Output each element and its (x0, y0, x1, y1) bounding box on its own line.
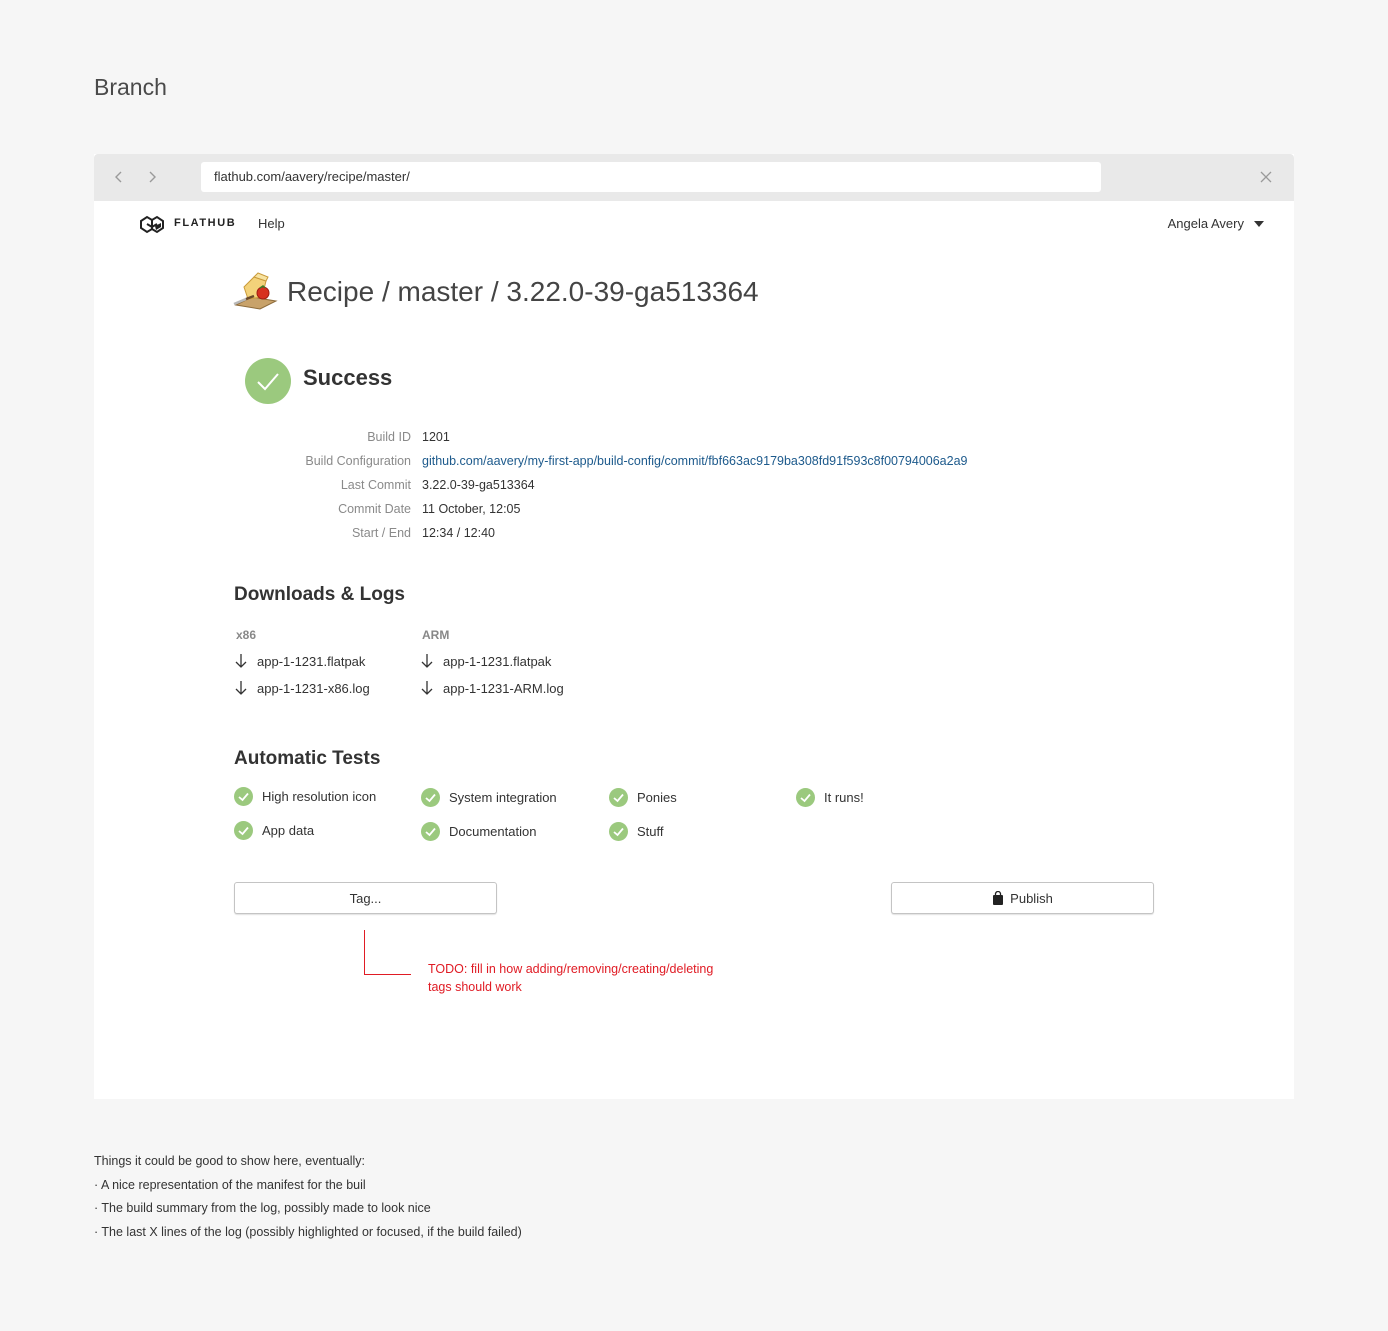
url-input[interactable] (201, 162, 1101, 192)
detail-label: Last Commit (340, 478, 411, 492)
chevron-left-icon[interactable] (109, 167, 129, 187)
check-icon (421, 788, 440, 807)
detail-label: Build Configuration (305, 454, 411, 468)
downloads-section-title: Downloads & Logs (234, 584, 405, 605)
check-icon (796, 788, 815, 807)
tests-section-title: Automatic Tests (234, 748, 381, 769)
test-label: It runs! (824, 790, 864, 805)
test-item: Documentation (421, 822, 536, 841)
notes-intro: Things it could be good to show here, ev… (94, 1154, 366, 1168)
todo-line-2: tags should work (428, 980, 522, 994)
annotation-line (364, 974, 411, 975)
check-icon (234, 821, 253, 840)
design-notes: Things it could be good to show here, ev… (94, 1150, 522, 1244)
download-filename: app-1-1231.flatpak (257, 653, 366, 669)
detail-row-build-id: Build ID 1201 (234, 430, 1134, 450)
recipe-app-icon (233, 272, 278, 310)
test-label: System integration (449, 790, 557, 805)
arrow-down-icon (235, 681, 247, 695)
download-filename: app-1-1231-x86.log (257, 680, 370, 696)
user-menu[interactable]: Angela Avery (1168, 216, 1264, 231)
todo-line-1: TODO: fill in how adding/removing/creati… (428, 962, 714, 976)
browser-window: FLATHUB Help Angela Avery Recipe / maste… (94, 154, 1294, 1099)
detail-row-commit-date: Commit Date 11 October, 12:05 (234, 502, 1134, 522)
todo-annotation: TODO: fill in how adding/removing/creati… (428, 960, 768, 996)
success-check-icon (245, 358, 291, 404)
publish-label: Publish (1010, 890, 1053, 906)
user-name: Angela Avery (1167, 216, 1244, 231)
detail-value: 1201 (422, 430, 450, 444)
test-label: Stuff (637, 824, 664, 839)
publish-button[interactable]: Publish (891, 882, 1154, 914)
download-link[interactable]: app-1-1231.flatpak (420, 653, 551, 669)
test-item: It runs! (796, 788, 864, 807)
detail-label: Build ID (367, 430, 411, 444)
annotation-line (364, 930, 365, 975)
help-link[interactable]: Help (258, 216, 285, 231)
chevron-right-icon[interactable] (142, 167, 162, 187)
download-filename: app-1-1231-ARM.log (443, 680, 564, 696)
download-filename: app-1-1231.flatpak (443, 653, 552, 669)
test-item: Ponies (609, 788, 677, 807)
detail-row-build-configuration: Build Configuration github.com/aavery/my… (234, 454, 1134, 474)
test-item: Stuff (609, 822, 664, 841)
check-icon (234, 787, 253, 806)
download-link[interactable]: app-1-1231.flatpak (234, 653, 365, 669)
page-heading: Branch (94, 74, 167, 100)
check-icon (609, 822, 628, 841)
notes-bullet: · The build summary from the log, possib… (94, 1201, 431, 1215)
check-icon (421, 822, 440, 841)
detail-value: 12:34 / 12:40 (422, 526, 495, 540)
test-item: App data (234, 821, 314, 840)
detail-label: Commit Date (338, 502, 411, 516)
page-title: Recipe / master / 3.22.0-39-ga513364 (287, 276, 759, 307)
build-config-link[interactable]: github.com/aavery/my-first-app/build-con… (422, 454, 968, 468)
test-item: System integration (421, 788, 557, 807)
caret-down-icon (1254, 220, 1264, 227)
detail-value: 11 October, 12:05 (422, 502, 521, 516)
test-item: High resolution icon (234, 787, 376, 806)
download-link[interactable]: app-1-1231-ARM.log (420, 680, 564, 696)
arrow-down-icon (421, 654, 433, 668)
test-label: App data (262, 823, 315, 838)
test-label: Ponies (637, 790, 677, 805)
detail-row-last-commit: Last Commit 3.22.0-39-ga513364 (234, 478, 1134, 498)
test-label: High resolution icon (262, 789, 377, 804)
shopping-bag-icon (993, 891, 1004, 905)
close-icon[interactable] (1258, 167, 1274, 187)
detail-value: 3.22.0-39-ga513364 (422, 478, 535, 492)
detail-row-start-end: Start / End 12:34 / 12:40 (234, 526, 1134, 546)
arch-heading-x86: x86 (236, 628, 257, 642)
download-link[interactable]: app-1-1231-x86.log (234, 680, 370, 696)
build-status: Success (303, 365, 393, 390)
site-header: FLATHUB Help Angela Avery (94, 201, 1294, 247)
test-label: Documentation (449, 824, 537, 839)
notes-bullet: · A nice representation of the manifest … (94, 1177, 366, 1192)
notes-bullet: · The last X lines of the log (possibly … (94, 1224, 522, 1239)
check-icon (609, 788, 628, 807)
tag-button[interactable]: Tag... (234, 882, 497, 914)
detail-label: Start / End (351, 526, 411, 540)
logo-text[interactable]: FLATHUB (174, 217, 236, 229)
arrow-down-icon (235, 654, 247, 668)
arch-heading-arm: ARM (422, 628, 450, 642)
flathub-logo-icon[interactable] (139, 214, 165, 234)
arrow-down-icon (421, 681, 433, 695)
browser-toolbar (94, 154, 1294, 201)
